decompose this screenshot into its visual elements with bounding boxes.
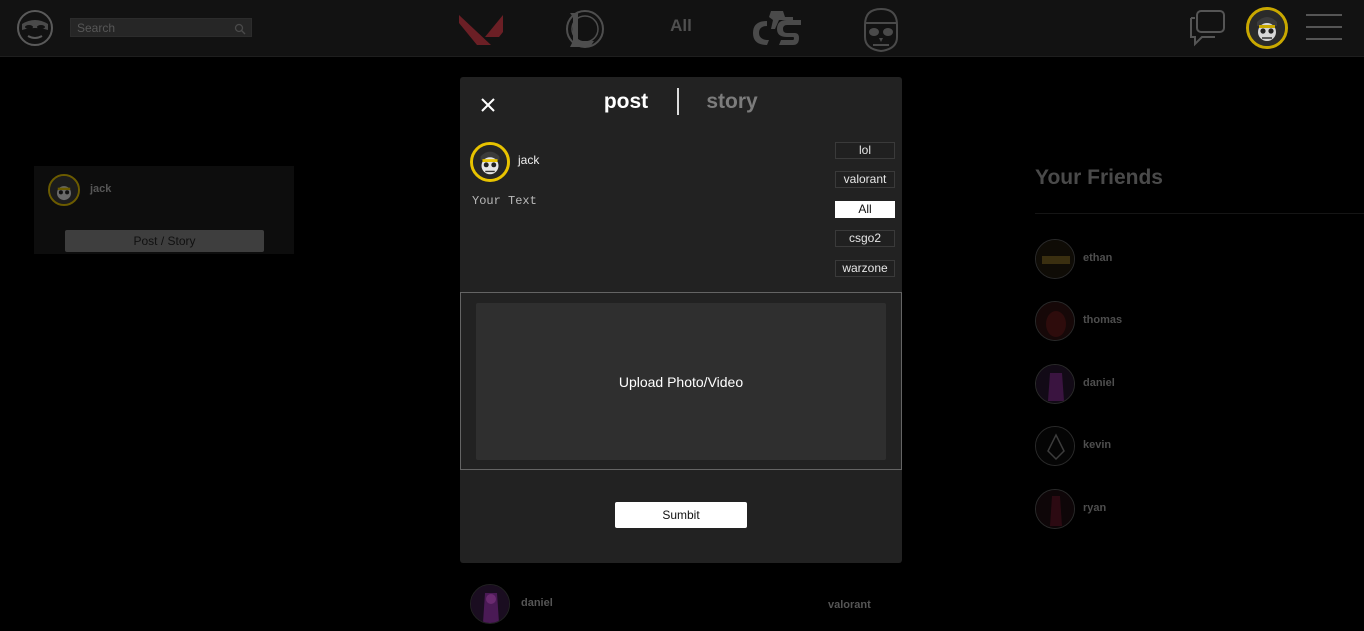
messages-icon[interactable] [1187, 9, 1227, 47]
friend-item[interactable]: kevin [1035, 426, 1285, 466]
avatar[interactable] [470, 584, 510, 624]
friend-item[interactable]: ryan [1035, 489, 1285, 529]
category-valorant-button[interactable]: valorant [835, 171, 895, 188]
friend-name: ethan [1083, 252, 1113, 264]
post-story-button[interactable]: Post / Story [65, 230, 264, 252]
upload-label: Upload Photo/Video [618, 373, 744, 390]
profile-username: jack [90, 183, 112, 195]
tab-story[interactable]: story [700, 90, 764, 114]
profile-card: jack Post / Story [34, 166, 294, 254]
tab-post[interactable]: post [594, 90, 658, 114]
nav-all-games[interactable]: All [660, 16, 702, 36]
friend-item[interactable]: daniel [1035, 364, 1285, 404]
site-logo-icon[interactable] [16, 8, 54, 48]
search-icon[interactable] [234, 22, 246, 35]
top-navbar: All [0, 0, 1364, 57]
friend-name: daniel [1083, 377, 1115, 389]
friend-name: thomas [1083, 314, 1123, 326]
valorant-logo-icon[interactable] [456, 5, 506, 53]
post-game-tag: valorant [828, 599, 871, 611]
search-bar [70, 18, 252, 37]
league-of-legends-logo-icon[interactable] [563, 5, 607, 53]
post-text-input[interactable] [470, 190, 820, 280]
category-warzone-button[interactable]: warzone [835, 260, 895, 277]
modal-username: jack [518, 153, 540, 167]
divider [1035, 213, 1364, 214]
avatar [470, 142, 510, 182]
close-icon[interactable] [478, 95, 498, 115]
friend-name: ryan [1083, 502, 1107, 514]
search-input[interactable] [71, 19, 251, 37]
profile-avatar[interactable] [1246, 7, 1288, 49]
create-post-modal: post story jack lol valorant All csgo2 w… [460, 77, 902, 563]
avatar [1035, 364, 1075, 404]
avatar [1035, 489, 1075, 529]
category-lol-button[interactable]: lol [835, 142, 895, 159]
category-csgo2-button[interactable]: csgo2 [835, 230, 895, 247]
avatar [1035, 301, 1075, 341]
upload-container: Upload Photo/Video [460, 292, 902, 470]
friend-name: kevin [1083, 439, 1112, 451]
avatar [1035, 426, 1075, 466]
avatar[interactable] [48, 174, 80, 206]
submit-button[interactable]: Sumbit [615, 502, 747, 528]
category-all-button[interactable]: All [835, 201, 895, 218]
friend-item[interactable]: thomas [1035, 301, 1285, 341]
counter-strike-logo-icon[interactable] [748, 5, 808, 53]
upload-media-dropzone[interactable]: Upload Photo/Video [476, 303, 886, 460]
friend-item[interactable]: ethan [1035, 239, 1285, 279]
avatar [1035, 239, 1075, 279]
warzone-skull-logo-icon[interactable] [856, 5, 906, 53]
friends-title: Your Friends [1035, 166, 1163, 189]
hamburger-menu-icon[interactable] [1306, 14, 1342, 42]
tab-separator [677, 88, 679, 115]
post-username[interactable]: daniel [521, 597, 553, 609]
